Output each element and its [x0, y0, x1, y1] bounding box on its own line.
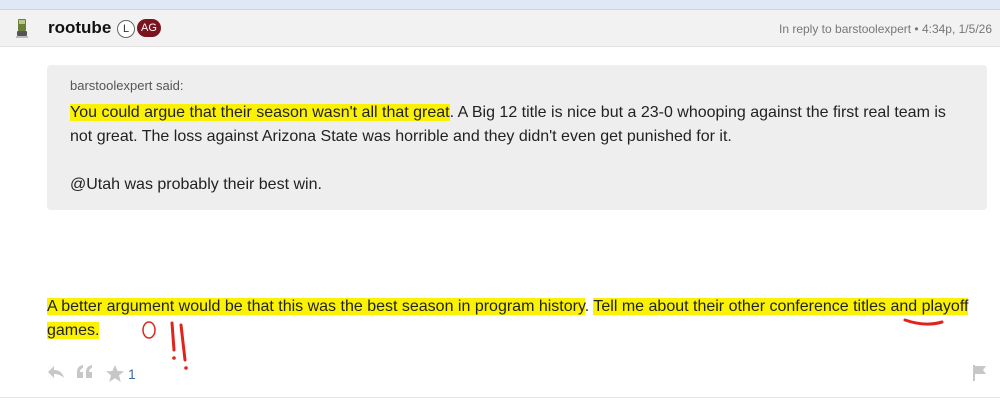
hand-annotations [142, 318, 944, 370]
flag-icon[interactable] [972, 364, 988, 382]
divider [0, 397, 1000, 398]
quote-icon[interactable] [76, 364, 94, 380]
star-icon[interactable] [105, 364, 125, 383]
like-count[interactable]: 1 [128, 366, 136, 382]
reply-icon[interactable] [47, 364, 65, 380]
